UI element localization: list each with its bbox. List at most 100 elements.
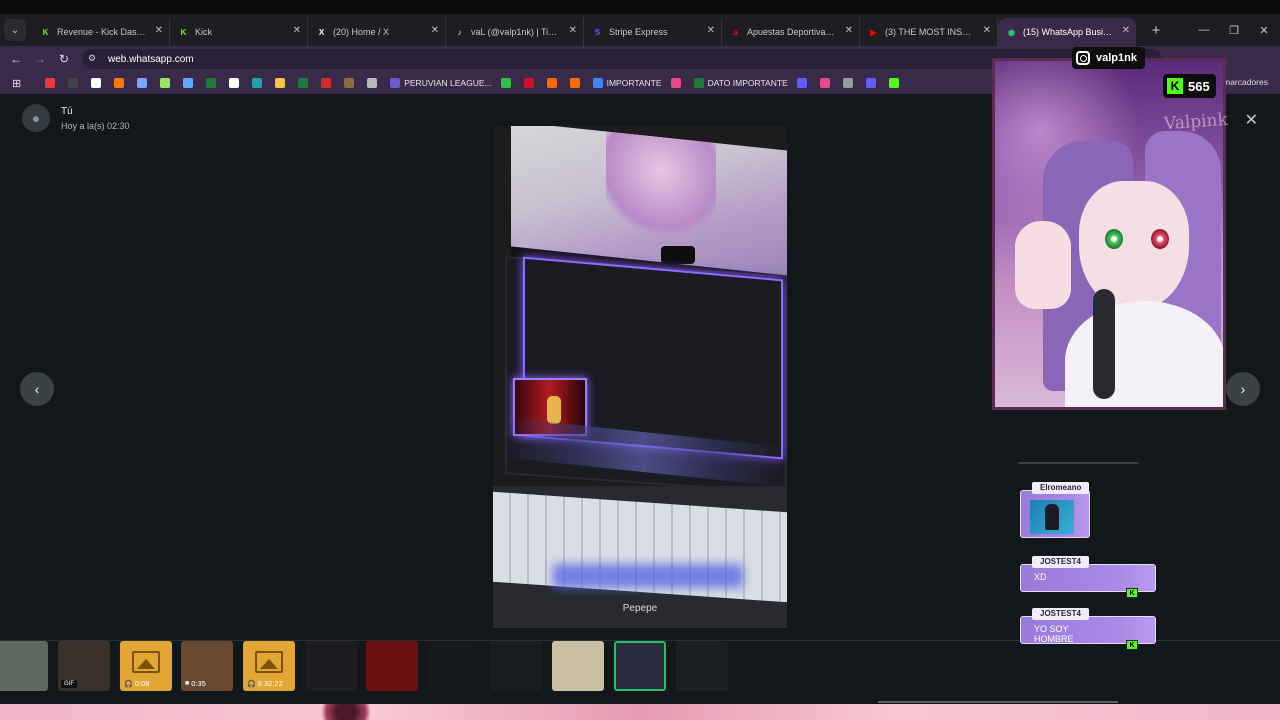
bookmark-item[interactable] <box>546 78 561 88</box>
bookmark-item[interactable] <box>367 78 381 88</box>
browser-tab-bar: ⌄ K Revenue - Kick Dashboard ✕ K Kick ✕ X (20) … <box>0 14 1280 46</box>
arrow-left-icon: ← <box>10 52 22 66</box>
tab-close-icon[interactable]: ✕ <box>569 25 577 36</box>
browser-tab[interactable]: X (20) Home / X ✕ <box>308 18 446 46</box>
bookmark-item[interactable] <box>114 78 128 88</box>
media-thumbnail[interactable]: GIF <box>58 641 110 691</box>
site-info-icon[interactable]: ⚙ <box>88 53 100 65</box>
tab-close-icon[interactable]: ✕ <box>845 25 853 36</box>
reload-icon: ↻ <box>58 52 70 66</box>
tab-title: vaL (@valp1nk) | TikTok <box>471 27 561 37</box>
tab-close-icon[interactable]: ✕ <box>155 25 163 36</box>
bookmark-item[interactable] <box>229 78 243 88</box>
bookmark-item[interactable] <box>137 78 151 88</box>
media-thumbnail[interactable]: 🎧 0:08 <box>120 641 172 691</box>
bookmark-item[interactable] <box>321 78 335 88</box>
media-thumbnail[interactable] <box>614 641 666 691</box>
stripe-icon <box>865 78 876 88</box>
bookmark-item[interactable] <box>796 78 811 88</box>
tab-close-icon[interactable]: ✕ <box>707 25 715 36</box>
bookmark-icon <box>842 78 853 88</box>
browser-tab[interactable]: ◉ (15) WhatsApp Business ✕ <box>998 18 1136 46</box>
video-camera-icon: ■ <box>185 680 190 687</box>
bookmark-item[interactable]: IMPORTANTE <box>592 78 662 88</box>
youtube-icon: ▶ <box>870 27 877 37</box>
browser-tab[interactable]: K Kick ✕ <box>170 18 308 46</box>
media-thumbnail[interactable] <box>305 641 357 691</box>
tab-title: (3) THE MOST INSANE PI <box>885 27 975 37</box>
apps-button[interactable]: ⊞ <box>12 77 21 90</box>
bookmark-item[interactable] <box>91 78 105 88</box>
media-thumbnail[interactable]: 🎧 6:32:22 <box>243 641 295 691</box>
tab-close-icon[interactable]: ✕ <box>431 25 439 36</box>
viewer-count-badge: K 565 <box>1163 74 1216 98</box>
photo-webcam <box>661 246 695 264</box>
minimize-button[interactable]: — <box>1188 14 1220 46</box>
next-media-button[interactable]: › <box>1226 372 1260 406</box>
bookmark-label: DATO IMPORTANTE <box>707 78 788 88</box>
restore-button[interactable]: ❐ <box>1218 14 1250 46</box>
chat-divider <box>1018 462 1138 464</box>
media-thumbnail[interactable] <box>490 641 542 691</box>
bookmark-item[interactable] <box>865 78 880 88</box>
bookmark-item[interactable] <box>523 78 538 88</box>
close-window-button[interactable]: ✕ <box>1248 14 1280 46</box>
bookmark-item[interactable] <box>344 78 358 88</box>
bookmark-item[interactable] <box>842 78 857 88</box>
reload-button[interactable]: ↻ <box>52 52 76 66</box>
sender-info[interactable]: ● Tú Hoy a la(s) 02:30 <box>22 104 130 132</box>
bookmark-item[interactable] <box>252 78 266 88</box>
browser-tab[interactable]: K Revenue - Kick Dashboard ✕ <box>32 18 170 46</box>
image-placeholder-icon <box>255 651 283 673</box>
browser-tab[interactable]: a Apuestas Deportivas Onli ✕ <box>722 18 860 46</box>
tab-close-icon[interactable]: ✕ <box>983 25 991 36</box>
bookmark-icon <box>252 78 263 88</box>
bookmark-item[interactable] <box>670 78 685 88</box>
media-thumbnail[interactable] <box>552 641 604 691</box>
tab-close-icon[interactable]: ✕ <box>1122 25 1130 36</box>
bookmark-item[interactable] <box>68 78 82 88</box>
bookmark-icon <box>45 78 56 88</box>
media-thumbnail[interactable]: ■ 0:35 <box>181 641 233 691</box>
chat-sticker <box>1030 500 1074 534</box>
tab-title: (20) Home / X <box>333 27 390 37</box>
all-bookmarks-link[interactable]: marcadores <box>1223 77 1268 87</box>
bookmark-item[interactable] <box>569 78 584 88</box>
forward-button[interactable]: → <box>28 52 52 66</box>
bookmark-item[interactable] <box>206 78 220 88</box>
new-tab-button[interactable]: + <box>1144 22 1168 39</box>
bookmark-item[interactable] <box>160 78 174 88</box>
bookmark-item[interactable]: PERUVIAN LEAGUE... <box>390 78 492 88</box>
browser-tab[interactable]: S Stripe Express ✕ <box>584 18 722 46</box>
media-thumbnail[interactable] <box>366 641 418 691</box>
close-viewer-button[interactable]: ✕ <box>1245 110 1258 130</box>
bookmark-item[interactable] <box>500 78 515 88</box>
bookmark-item[interactable] <box>183 78 197 88</box>
bookmark-item[interactable] <box>888 78 903 88</box>
previous-media-button[interactable]: ‹ <box>20 372 54 406</box>
bookmark-item[interactable] <box>298 78 312 88</box>
media-thumbnail[interactable] <box>0 641 48 691</box>
media-thumbnail[interactable] <box>676 641 728 691</box>
tab-title: Revenue - Kick Dashboard <box>57 27 147 37</box>
gif-badge: GIF <box>61 680 77 688</box>
person-icon: ● <box>31 110 41 126</box>
kick-icon <box>888 78 899 88</box>
thumbnail-scrollbar[interactable] <box>878 701 1118 703</box>
bookmark-item[interactable]: DATO IMPORTANTE <box>693 78 788 88</box>
tab-search-button[interactable]: ⌄ <box>4 19 26 41</box>
media-thumbnail[interactable] <box>428 641 480 691</box>
bookmark-icon <box>298 78 309 88</box>
back-button[interactable]: ← <box>4 52 28 66</box>
browser-tab[interactable]: ♪ vaL (@valp1nk) | TikTok ✕ <box>446 18 584 46</box>
bookmark-item[interactable] <box>275 78 289 88</box>
bookmark-item[interactable] <box>45 78 59 88</box>
tab-close-icon[interactable]: ✕ <box>293 25 301 36</box>
excel-icon <box>693 78 704 88</box>
bookmark-item[interactable] <box>819 78 834 88</box>
photo-keyboard-glow <box>553 564 743 588</box>
thumbnail-duration: 🎧 0:08 <box>124 679 149 688</box>
bookmark-label: PERUVIAN LEAGUE... <box>404 78 492 88</box>
browser-tab[interactable]: ▶ (3) THE MOST INSANE PI ✕ <box>860 18 998 46</box>
bookmark-icon <box>229 78 240 88</box>
